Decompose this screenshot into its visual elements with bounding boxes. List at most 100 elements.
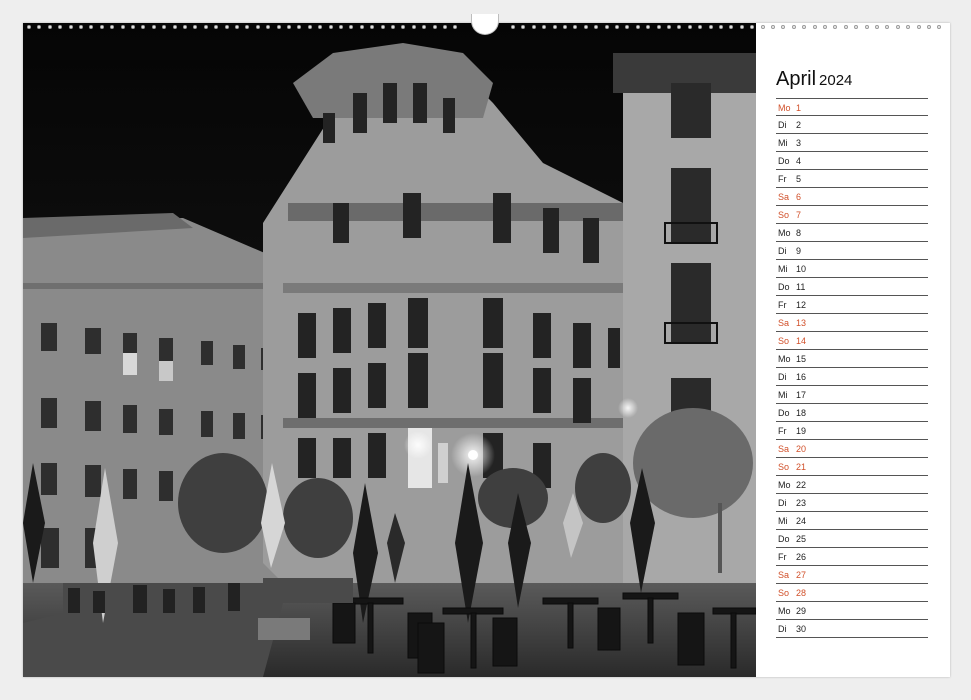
binding-hole <box>552 25 557 29</box>
binding-hole <box>276 25 281 29</box>
binding-hole <box>802 25 807 29</box>
binding-hole <box>708 25 713 29</box>
day-number: 4 <box>796 156 802 166</box>
binding-hole <box>422 25 427 29</box>
weekday-label: Di <box>778 498 787 508</box>
binding-hole <box>563 25 567 29</box>
day-row: Sa 20 <box>776 440 928 458</box>
spiral-binding <box>23 14 950 35</box>
weekday-label: Di <box>778 120 787 130</box>
binding-hole <box>401 25 406 29</box>
binding-hole <box>37 25 42 29</box>
binding-hole <box>854 25 859 29</box>
binding-hole <box>687 25 692 29</box>
binding-hole <box>594 25 599 29</box>
day-number: 29 <box>796 606 807 616</box>
weekday-label: Mi <box>778 264 788 274</box>
binding-hole <box>916 25 921 29</box>
binding-hole <box>823 25 827 29</box>
weekday-label: Sa <box>778 444 790 454</box>
day-row: Do 18 <box>776 404 928 422</box>
binding-hole <box>27 25 31 29</box>
binding-hole <box>151 25 156 29</box>
binding-hole <box>864 25 869 29</box>
binding-hole <box>318 25 323 29</box>
day-row: Mi 10 <box>776 260 928 278</box>
day-number: 21 <box>796 462 807 472</box>
day-row: Sa 27 <box>776 566 928 584</box>
day-row: Fr 5 <box>776 170 928 188</box>
binding-hole <box>615 25 619 29</box>
binding-hole <box>255 25 260 29</box>
binding-hole <box>287 25 291 29</box>
day-number: 16 <box>796 372 807 382</box>
day-row: Mo 22 <box>776 476 928 494</box>
binding-hole <box>120 25 125 29</box>
weekday-label: Fr <box>778 426 787 436</box>
binding-hole <box>235 25 239 29</box>
binding-hole <box>391 25 395 29</box>
day-number: 14 <box>796 336 807 346</box>
binding-hole <box>531 25 536 29</box>
binding-hole <box>906 25 911 29</box>
day-row: Mo 29 <box>776 602 928 620</box>
binding-hole <box>521 25 526 29</box>
binding-hole <box>875 25 879 29</box>
day-row: Di 23 <box>776 494 928 512</box>
day-number: 5 <box>796 174 802 184</box>
weekday-label: Di <box>778 372 787 382</box>
day-row: So 7 <box>776 206 928 224</box>
binding-hole <box>719 25 723 29</box>
day-number: 19 <box>796 426 807 436</box>
weekday-label: Di <box>778 624 787 634</box>
binding-hole <box>937 25 942 29</box>
binding-hole <box>183 25 187 29</box>
day-row: So 28 <box>776 584 928 602</box>
binding-hole <box>750 25 755 29</box>
weekday-label: Do <box>778 282 790 292</box>
binding-hole <box>885 25 890 29</box>
binding-hole <box>812 25 817 29</box>
binding-hole <box>739 25 744 29</box>
day-number: 6 <box>796 192 802 202</box>
day-row: Do 4 <box>776 152 928 170</box>
binding-hole <box>79 25 83 29</box>
day-number: 3 <box>796 138 802 148</box>
day-number: 1 <box>796 103 802 113</box>
day-row: Sa 13 <box>776 314 928 332</box>
day-number: 24 <box>796 516 807 526</box>
day-row: Sa 6 <box>776 188 928 206</box>
weekday-label: Do <box>778 408 790 418</box>
binding-hole <box>667 25 671 29</box>
weekday-label: Fr <box>778 300 787 310</box>
binding-hole <box>89 25 94 29</box>
binding-hole <box>729 25 734 29</box>
day-row: Fr 19 <box>776 422 928 440</box>
weekday-label: Sa <box>778 570 790 580</box>
day-row: Mi 3 <box>776 134 928 152</box>
binding-hole <box>771 25 775 29</box>
day-number: 18 <box>796 408 807 418</box>
binding-hole <box>110 25 115 29</box>
binding-hole <box>542 25 547 29</box>
day-number: 7 <box>796 210 802 220</box>
binding-hole <box>411 25 416 29</box>
day-number: 9 <box>796 246 802 256</box>
binding-hole <box>58 25 63 29</box>
binding-hole <box>443 25 447 29</box>
year-label: 2024 <box>819 72 853 89</box>
day-row: So 21 <box>776 458 928 476</box>
hanger-notch <box>471 14 499 35</box>
day-row: Di 16 <box>776 368 928 386</box>
weekday-label: Fr <box>778 174 787 184</box>
binding-hole <box>453 25 458 29</box>
binding-hole <box>791 25 796 29</box>
binding-hole <box>68 25 73 29</box>
weekday-label: So <box>778 462 790 472</box>
binding-hole <box>511 25 515 29</box>
binding-hole <box>307 25 312 29</box>
binding-hole <box>656 25 661 29</box>
day-number: 28 <box>796 588 807 598</box>
day-row: Fr 12 <box>776 296 928 314</box>
day-number: 11 <box>796 282 806 292</box>
